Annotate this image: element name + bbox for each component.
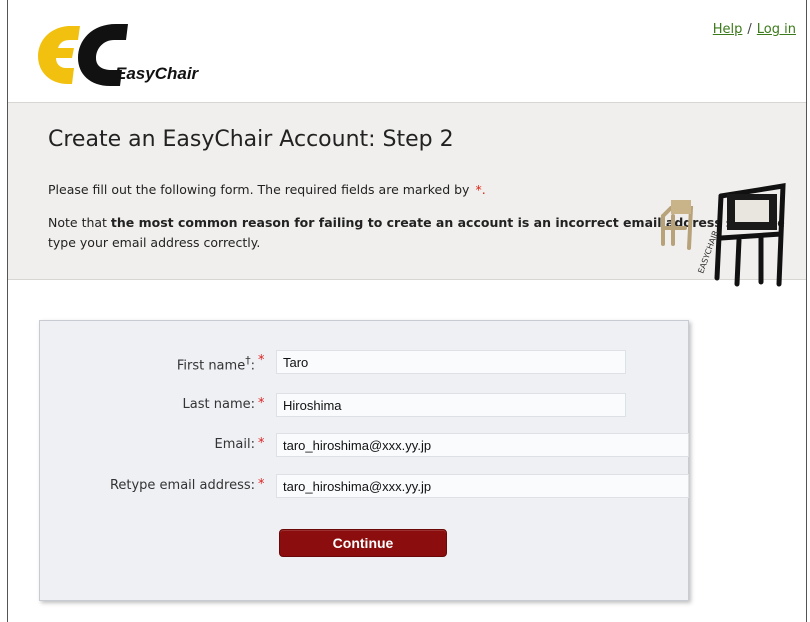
login-link[interactable]: Log in <box>757 22 796 37</box>
required-marker: *. <box>475 182 486 197</box>
first-name-label: First name†: <box>176 354 255 374</box>
top-links: Help / Log in <box>713 22 796 37</box>
help-link[interactable]: Help <box>713 22 743 37</box>
email-label: Email: <box>214 437 255 452</box>
required-star: * <box>258 436 265 451</box>
last-name-label: Last name: <box>182 397 255 412</box>
first-name-input[interactable] <box>276 350 626 374</box>
first-name-row: First name†: * <box>40 350 688 376</box>
instruction-text: Please fill out the following form. The … <box>48 182 486 197</box>
email-input[interactable] <box>276 433 689 457</box>
logo-text: EasyChair <box>115 64 199 83</box>
account-form: First name†: * Last name: * Email: * Ret… <box>39 320 689 601</box>
retype-email-input[interactable] <box>276 474 689 498</box>
page-header: Create an EasyChair Account: Step 2 Plea… <box>8 102 806 287</box>
required-star: * <box>258 396 265 411</box>
required-star: * <box>258 477 265 492</box>
easychair-logo[interactable]: EasyChair <box>34 20 214 90</box>
chairs-illustration-icon: EASYCHAIR <box>661 183 786 287</box>
last-name-input[interactable] <box>276 393 626 417</box>
retype-email-row: Retype email address: * <box>40 474 689 500</box>
page-title: Create an EasyChair Account: Step 2 <box>48 127 454 152</box>
page-frame: EasyChair Help / Log in Create an EasyChai… <box>7 0 807 622</box>
link-separator: / <box>747 22 752 37</box>
email-row: Email: * <box>40 433 689 459</box>
instruction-body: Please fill out the following form. The … <box>48 182 470 197</box>
continue-button[interactable]: Continue <box>279 529 447 557</box>
note-emphasis: the most common reason for failing to cr… <box>110 215 722 230</box>
required-star: * <box>258 353 265 368</box>
top-bar: EasyChair Help / Log in <box>8 0 806 102</box>
note-prefix: Note that <box>48 215 111 230</box>
last-name-row: Last name: * <box>40 393 688 419</box>
retype-email-label: Retype email address: <box>109 478 255 493</box>
